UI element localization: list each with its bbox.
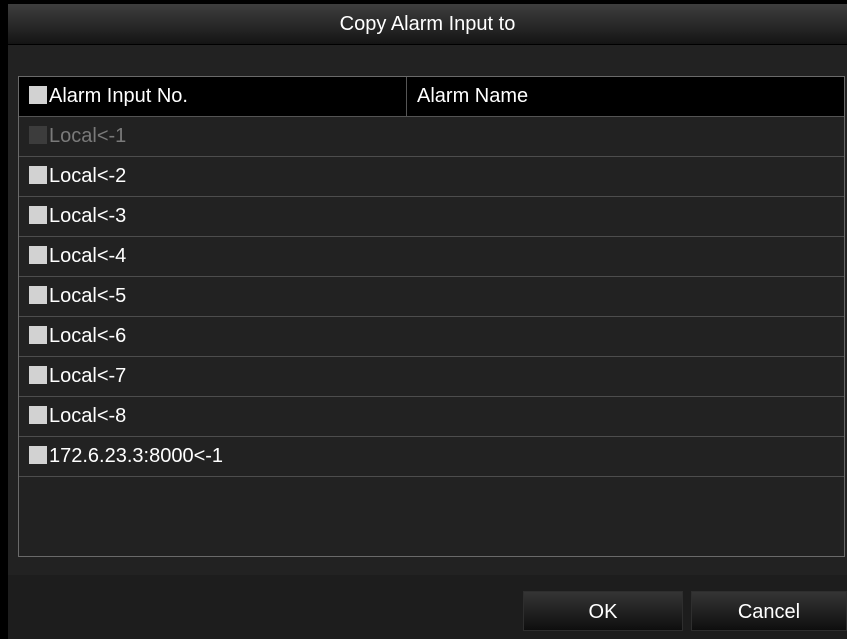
row-checkbox[interactable] xyxy=(29,365,47,384)
column-header-alarm-name: Alarm Name xyxy=(417,85,529,107)
alarm-input-label: Local<-3 xyxy=(49,205,127,227)
alarm-input-label: Local<-5 xyxy=(49,285,127,307)
alarm-input-table: Alarm Input No. Alarm Name Local<-1 Local… xyxy=(18,76,845,557)
column-header-alarm-input-no: Alarm Input No. xyxy=(19,77,407,116)
row-checkbox[interactable] xyxy=(29,205,47,224)
cancel-button[interactable]: Cancel xyxy=(691,591,847,631)
table-row[interactable]: Local<-4 xyxy=(19,237,844,277)
table-row[interactable]: 172.6.23.3:8000<-1 xyxy=(19,437,844,477)
alarm-input-label: Local<-6 xyxy=(49,325,127,347)
ok-button[interactable]: OK xyxy=(523,591,683,631)
table-row[interactable]: Local<-2 xyxy=(19,157,844,197)
table-header: Alarm Input No. Alarm Name xyxy=(19,77,844,117)
dialog-content: Alarm Input No. Alarm Name Local<-1 Local… xyxy=(8,45,847,575)
row-checkbox[interactable] xyxy=(29,405,47,424)
row-checkbox[interactable] xyxy=(29,445,47,464)
table-row[interactable]: Local<-6 xyxy=(19,317,844,357)
row-checkbox[interactable] xyxy=(29,285,47,304)
dialog-title: Copy Alarm Input to xyxy=(8,4,847,45)
row-checkbox[interactable] xyxy=(29,325,47,344)
table-row[interactable]: Local<-8 xyxy=(19,397,844,437)
copy-alarm-input-dialog: Copy Alarm Input to Alarm Input No. Alar… xyxy=(8,4,847,639)
table-row[interactable]: Local<-5 xyxy=(19,277,844,317)
column-header-alarm-input-no-label: Alarm Input No. xyxy=(49,85,188,107)
dialog-footer: OK Cancel xyxy=(8,575,847,639)
row-checkbox xyxy=(29,125,47,144)
alarm-input-label: Local<-4 xyxy=(49,245,127,267)
select-all-checkbox[interactable] xyxy=(29,85,47,104)
alarm-input-label: 172.6.23.3:8000<-1 xyxy=(49,445,224,467)
table-row[interactable]: Local<-3 xyxy=(19,197,844,237)
table-row[interactable]: Local<-7 xyxy=(19,357,844,397)
row-checkbox[interactable] xyxy=(29,165,47,184)
table-row: Local<-1 xyxy=(19,117,844,157)
alarm-input-label: Local<-7 xyxy=(49,365,127,387)
table-body: Local<-1 Local<-2 Local<-3 Local<-4 Local<-5… xyxy=(19,117,844,477)
alarm-input-label: Local<-1 xyxy=(49,125,127,147)
alarm-input-label: Local<-2 xyxy=(49,165,127,187)
alarm-input-label: Local<-8 xyxy=(49,405,127,427)
row-checkbox[interactable] xyxy=(29,245,47,264)
